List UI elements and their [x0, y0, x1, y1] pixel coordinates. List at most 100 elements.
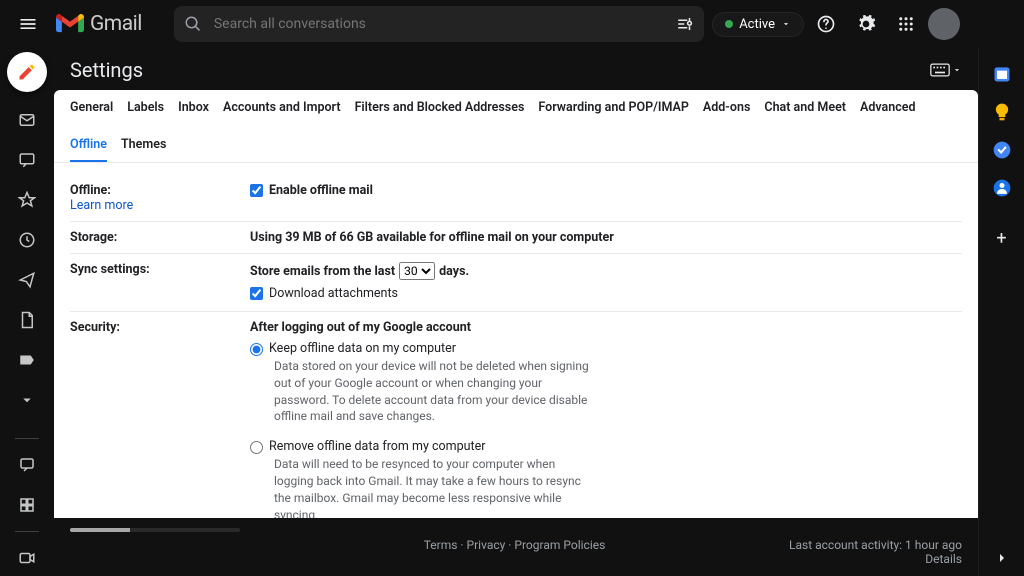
apps-grid-icon	[897, 15, 915, 33]
storage-quota-bar[interactable]	[70, 528, 240, 532]
star-icon	[18, 191, 36, 209]
keep-app[interactable]	[992, 102, 1012, 122]
app-name: Gmail	[90, 12, 142, 36]
settings-tabs: General Labels Inbox Accounts and Import Fil…	[54, 90, 978, 163]
sync-store-suffix: days.	[439, 264, 469, 279]
keyboard-icon	[930, 63, 950, 77]
nav-starred[interactable]	[9, 182, 45, 218]
keep-data-radio[interactable]	[250, 343, 263, 356]
grid-icon	[18, 496, 36, 514]
rail-divider	[15, 531, 39, 532]
terms-link[interactable]: Terms	[424, 538, 458, 552]
security-heading: After logging out of my Google account	[250, 320, 962, 335]
search-input[interactable]	[214, 16, 664, 32]
rail-divider	[15, 438, 39, 439]
activity-text: Last account activity: 1 hour ago	[789, 538, 962, 552]
tab-offline[interactable]: Offline	[70, 137, 107, 162]
tab-accounts-and-import[interactable]: Accounts and Import	[223, 100, 341, 123]
status-dot-icon	[725, 20, 733, 28]
hamburger-icon	[18, 14, 38, 34]
download-attachments-checkbox[interactable]	[250, 287, 263, 300]
keep-data-label: Keep offline data on my computer	[269, 341, 456, 356]
details-link[interactable]: Details	[925, 552, 962, 566]
search-options-icon[interactable]	[676, 15, 694, 33]
search-icon	[184, 15, 202, 33]
chevron-right-icon	[994, 550, 1010, 566]
keep-icon	[992, 102, 1012, 122]
remove-data-desc: Data will need to be resynced to your co…	[274, 456, 594, 518]
learn-more-link[interactable]: Learn more	[70, 198, 133, 213]
support-button[interactable]	[808, 6, 844, 42]
nav-snoozed[interactable]	[9, 222, 45, 258]
status-label: Active	[739, 17, 775, 32]
security-section-label: Security:	[70, 320, 250, 335]
tab-add-ons[interactable]: Add-ons	[703, 100, 751, 123]
input-tools-button[interactable]	[930, 63, 962, 77]
tab-themes[interactable]: Themes	[121, 137, 166, 162]
keep-data-desc: Data stored on your device will not be d…	[274, 358, 594, 425]
remove-data-radio[interactable]	[250, 441, 263, 454]
nav-drafts[interactable]	[9, 302, 45, 338]
pencil-icon	[17, 62, 37, 82]
status-selector[interactable]: Active	[712, 12, 804, 37]
tab-forwarding-and-pop-imap[interactable]: Forwarding and POP/IMAP	[538, 100, 689, 123]
tab-labels[interactable]: Labels	[127, 100, 164, 123]
calendar-app[interactable]	[992, 64, 1012, 84]
gmail-icon	[56, 13, 84, 35]
sync-store-prefix: Store emails from the last	[250, 264, 395, 279]
hide-side-panel-button[interactable]	[994, 550, 1010, 566]
enable-offline-label: Enable offline mail	[269, 183, 373, 198]
chat-bubble-icon	[18, 456, 36, 474]
calendar-icon	[992, 64, 1012, 84]
settings-button[interactable]	[848, 6, 884, 42]
sync-days-select[interactable]: 30	[399, 262, 435, 280]
tab-filters-and-blocked-addresses[interactable]: Filters and Blocked Addresses	[355, 100, 525, 123]
nav-spaces[interactable]	[9, 447, 45, 483]
nav-chat[interactable]	[9, 142, 45, 178]
side-panel: +	[978, 48, 1024, 576]
video-icon	[18, 549, 36, 567]
left-nav-rail	[0, 48, 54, 576]
tab-chat-and-meet[interactable]: Chat and Meet	[764, 100, 846, 123]
nav-meet[interactable]	[9, 540, 45, 576]
tasks-icon	[992, 140, 1012, 160]
send-icon	[18, 271, 36, 289]
document-icon	[18, 311, 36, 329]
chevron-down-icon	[18, 391, 36, 409]
nav-more[interactable]	[9, 382, 45, 418]
compose-button[interactable]	[7, 52, 47, 92]
nav-dashboard[interactable]	[9, 487, 45, 523]
tasks-app[interactable]	[992, 140, 1012, 160]
sync-section-label: Sync settings:	[70, 262, 250, 277]
policies-link[interactable]: Program Policies	[514, 538, 605, 552]
tab-inbox[interactable]: Inbox	[178, 100, 209, 123]
help-icon	[816, 14, 836, 34]
add-addon-button[interactable]: +	[996, 228, 1006, 249]
nav-mail[interactable]	[9, 102, 45, 138]
download-attachments-label: Download attachments	[269, 286, 398, 301]
tab-general[interactable]: General	[70, 100, 113, 123]
privacy-link[interactable]: Privacy	[467, 538, 506, 552]
label-icon	[18, 351, 36, 369]
caret-down-icon	[952, 65, 962, 75]
gear-icon	[856, 14, 876, 34]
offline-section-label: Offline:	[70, 183, 111, 198]
mail-icon	[18, 111, 36, 129]
account-avatar[interactable]	[928, 8, 960, 40]
gmail-logo[interactable]: Gmail	[56, 12, 142, 36]
enable-offline-checkbox[interactable]	[250, 184, 263, 197]
nav-sent[interactable]	[9, 262, 45, 298]
chat-icon	[18, 151, 36, 169]
search-box[interactable]	[174, 6, 704, 42]
page-title: Settings	[70, 58, 143, 82]
contacts-icon	[992, 178, 1012, 198]
storage-section-label: Storage:	[70, 230, 250, 245]
contacts-app[interactable]	[992, 178, 1012, 198]
caret-down-icon	[781, 19, 791, 29]
apps-button[interactable]	[888, 6, 924, 42]
remove-data-label: Remove offline data from my computer	[269, 439, 485, 454]
storage-usage-text: Using 39 MB of 66 GB available for offli…	[250, 230, 962, 245]
main-menu-button[interactable]	[8, 4, 48, 44]
nav-label[interactable]	[9, 342, 45, 378]
tab-advanced[interactable]: Advanced	[860, 100, 916, 123]
